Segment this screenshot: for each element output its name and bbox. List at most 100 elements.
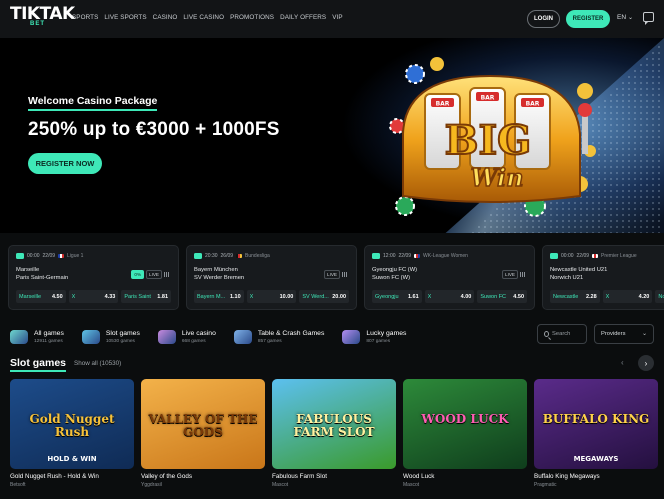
match-date: 22/09 bbox=[42, 252, 56, 259]
category-item[interactable]: Slot games 10530 games bbox=[81, 326, 140, 348]
register-now-button[interactable]: REGISTER NOW bbox=[28, 153, 102, 174]
odds-value: 2.28 bbox=[585, 293, 597, 300]
game-art-title: FABULOUS FARM SLOT bbox=[293, 412, 375, 439]
odds-button[interactable]: Suwon FC 4.50 bbox=[477, 290, 528, 303]
match-card[interactable]: 12:00 22/09 WK-League Women Gyeongju FC (W)… bbox=[364, 245, 535, 310]
boost-badge: 0% bbox=[131, 270, 145, 279]
stats-icon[interactable] bbox=[520, 272, 526, 277]
country-flag-icon bbox=[414, 253, 421, 258]
chat-icon[interactable] bbox=[643, 12, 654, 25]
odds-button[interactable]: Bayern M... 1.10 bbox=[194, 290, 244, 303]
reel-label: BAR bbox=[481, 95, 495, 102]
big-win-slot-machine-illustration: BAR BAR BAR BIG Win bbox=[389, 57, 596, 217]
category-item[interactable]: Table & Crash Games 857 games bbox=[233, 326, 324, 348]
odds-label: SV Werd... bbox=[302, 293, 329, 300]
match-header: 00:00 22/09 Premier League bbox=[550, 251, 664, 260]
providers-label: Providers bbox=[601, 331, 626, 337]
category-title: Lucky games bbox=[366, 330, 407, 337]
win-text: Win bbox=[470, 163, 523, 192]
country-flag-icon bbox=[236, 253, 243, 258]
game-card[interactable]: VALLEY OF THE GODS Valley of the Gods Yggd… bbox=[141, 379, 265, 488]
odds-value: 4.20 bbox=[638, 293, 650, 300]
category-item[interactable]: Live casino 668 games bbox=[157, 326, 216, 348]
sport-icon bbox=[372, 252, 380, 259]
category-count: 668 games bbox=[181, 339, 206, 344]
category-count: 12911 games bbox=[34, 339, 63, 344]
match-card[interactable]: 00:00 22/09 Ligue 1 Marseille Paris Saint-Ge… bbox=[8, 245, 179, 310]
category-text: Live casino 668 games bbox=[182, 330, 216, 344]
odds-button[interactable]: X 4.00 bbox=[424, 290, 475, 303]
search-box[interactable] bbox=[537, 324, 587, 344]
odds-button[interactable]: Gyeongju 1.61 bbox=[372, 290, 422, 303]
sport-icon bbox=[16, 252, 24, 259]
game-name: Valley of the Gods bbox=[141, 473, 192, 480]
nav-live-casino[interactable]: LIVE CASINO bbox=[183, 14, 224, 21]
category-item[interactable]: Lucky games 807 games bbox=[342, 326, 406, 348]
game-thumbnail[interactable]: Gold Nugget Rush HOLD & WIN bbox=[10, 379, 134, 469]
match-card[interactable]: 20:30 26/09 Bundesliga Bayern München SV Wer… bbox=[186, 245, 357, 310]
odds-button[interactable]: X 4.33 bbox=[68, 290, 119, 303]
category-item[interactable]: All games 12911 games bbox=[10, 326, 64, 348]
league-name: Premier League bbox=[601, 252, 637, 259]
game-card[interactable]: FABULOUS FARM SLOT Fabulous Farm Slot Masc… bbox=[272, 379, 396, 488]
category-text: All games 12911 games bbox=[34, 330, 64, 344]
match-time: 00:00 bbox=[27, 252, 40, 259]
nav-vip[interactable]: VIP bbox=[332, 14, 342, 21]
match-badges: LIVE bbox=[324, 270, 348, 279]
nav-live-sports[interactable]: LIVE SPORTS bbox=[104, 14, 146, 21]
language-selector[interactable]: EN ⌄ bbox=[617, 14, 633, 21]
search-input[interactable] bbox=[552, 331, 586, 337]
odds-button[interactable]: Paris Saint 1.81 bbox=[121, 290, 172, 303]
odds-button[interactable]: Marseille 4.50 bbox=[16, 290, 66, 303]
odds-row: Marseille 4.50 X 4.33 Paris Saint 1.81 bbox=[16, 290, 172, 303]
nav-sports[interactable]: SPORTS bbox=[72, 14, 98, 21]
league-name: Ligue 1 bbox=[67, 252, 84, 259]
chevron-down-icon: ⌄ bbox=[642, 331, 647, 337]
game-card[interactable]: BUFFALO KING MEGAWAYS Buffalo King Megaway… bbox=[534, 379, 658, 488]
odds-label: Marseille bbox=[19, 293, 42, 300]
nav-promotions[interactable]: PROMOTIONS bbox=[230, 14, 274, 21]
chevron-left-icon[interactable]: ‹ bbox=[621, 358, 624, 367]
game-card[interactable]: Gold Nugget Rush HOLD & WIN Gold Nugget Ru… bbox=[10, 379, 134, 488]
odds-button[interactable]: Norwich2.40 bbox=[655, 290, 664, 303]
match-time: 00:00 bbox=[561, 252, 574, 259]
odds-button[interactable]: X 4.20 bbox=[602, 290, 653, 303]
odds-button[interactable]: SV Werd... 20.00 bbox=[299, 290, 350, 303]
nav-casino[interactable]: CASINO bbox=[153, 14, 178, 21]
game-provider: Betsoft bbox=[10, 482, 26, 488]
game-name: Wood Luck bbox=[403, 473, 435, 480]
hero-banner: Welcome Casino Package 250% up to €3000 … bbox=[0, 38, 664, 233]
country-flag-icon bbox=[592, 253, 599, 258]
stats-icon[interactable] bbox=[164, 272, 170, 277]
game-thumbnail[interactable]: BUFFALO KING MEGAWAYS bbox=[534, 379, 658, 469]
odds-label: Bayern M... bbox=[197, 293, 226, 300]
category-count: 857 games bbox=[257, 339, 282, 344]
live-badge: LIVE bbox=[324, 270, 340, 279]
odds-value: 1.61 bbox=[407, 293, 419, 300]
country-flag-icon bbox=[58, 253, 65, 258]
register-button[interactable]: REGISTER bbox=[566, 10, 610, 28]
reel-label: BAR bbox=[526, 101, 540, 108]
providers-dropdown[interactable]: Providers ⌄ bbox=[594, 324, 654, 344]
chevron-right-icon[interactable]: › bbox=[638, 355, 654, 371]
team-home: Newcastle United U21 bbox=[550, 267, 608, 273]
game-thumbnail[interactable]: WOOD LUCK bbox=[403, 379, 527, 469]
match-badges: LIVE bbox=[502, 270, 526, 279]
match-cards-row: 00:00 22/09 Ligue 1 Marseille Paris Saint-Ge… bbox=[8, 245, 664, 310]
show-all-link[interactable]: Show all (10530) bbox=[74, 360, 121, 367]
nav-daily-offers[interactable]: DAILY OFFERS bbox=[280, 14, 326, 21]
game-card[interactable]: WOOD LUCK Wood Luck Mascot bbox=[403, 379, 527, 488]
category-count: 10530 games bbox=[105, 339, 135, 344]
category-text: Slot games 10530 games bbox=[106, 330, 140, 344]
game-thumbnail[interactable]: VALLEY OF THE GODS bbox=[141, 379, 265, 469]
match-time: 12:00 bbox=[383, 252, 396, 259]
odds-button[interactable]: Newcastle 2.28 bbox=[550, 290, 600, 303]
odds-value: 4.33 bbox=[104, 293, 116, 300]
slot-games-icon bbox=[81, 330, 100, 344]
site-logo[interactable]: TIKTAK BET bbox=[10, 6, 75, 32]
match-card[interactable]: 00:00 22/09 Premier League Newcastle United… bbox=[542, 245, 664, 310]
login-button[interactable]: LOGIN bbox=[527, 10, 560, 28]
game-thumbnail[interactable]: FABULOUS FARM SLOT bbox=[272, 379, 396, 469]
stats-icon[interactable] bbox=[342, 272, 348, 277]
odds-button[interactable]: X 10.00 bbox=[246, 290, 297, 303]
